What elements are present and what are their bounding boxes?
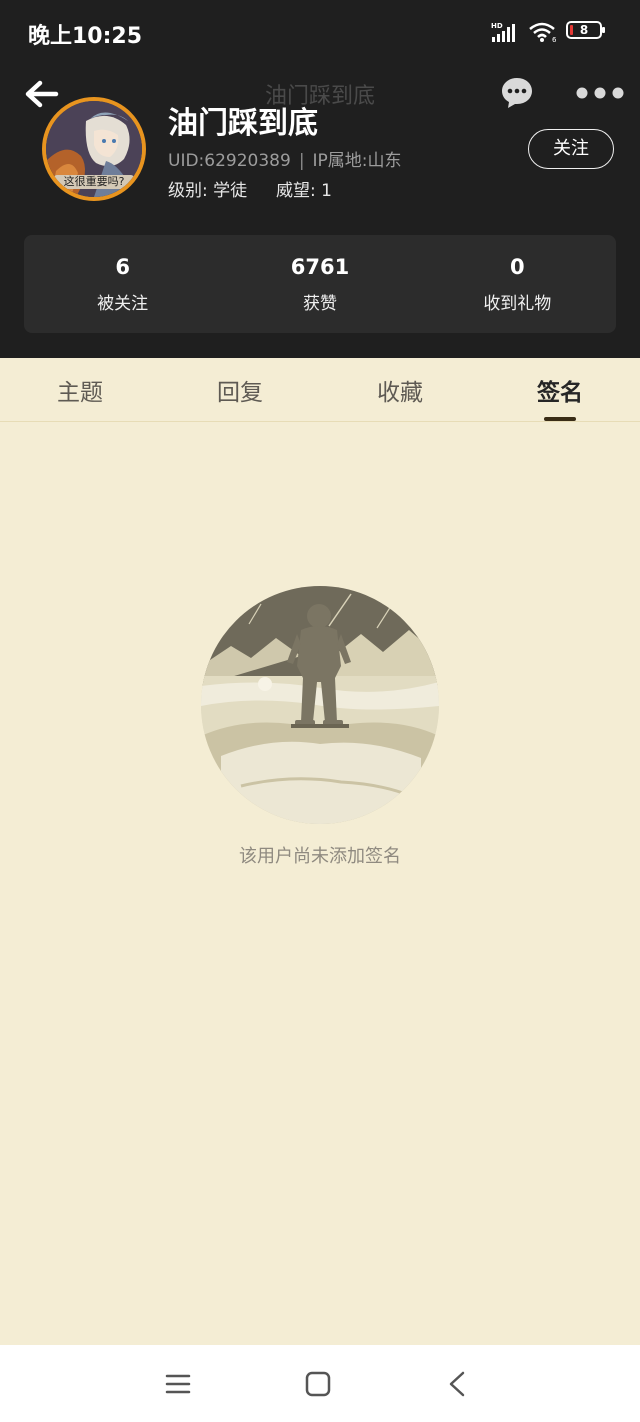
stat-value: 0 <box>510 255 525 279</box>
avatar-caption: 这很重要吗? <box>54 175 134 189</box>
active-tab-indicator <box>544 417 576 421</box>
system-nav-bar <box>0 1345 640 1422</box>
level-label: 级别: <box>168 181 208 201</box>
prestige-value: 1 <box>321 181 332 201</box>
status-bar: 晚上10:25 HD 6 8 <box>0 0 640 64</box>
home-icon[interactable] <box>303 1369 333 1399</box>
more-icon[interactable] <box>574 82 626 104</box>
stat-followers[interactable]: 6 被关注 <box>24 235 221 333</box>
stat-likes[interactable]: 6761 获赞 <box>221 235 418 333</box>
menu-icon[interactable] <box>163 1369 193 1399</box>
follow-button[interactable]: 关注 <box>528 129 614 169</box>
status-icons: HD 6 8 <box>490 20 606 44</box>
empty-signature-text: 该用户尚未添加签名 <box>239 846 401 867</box>
svg-text:HD: HD <box>491 22 503 30</box>
stat-label: 收到礼物 <box>483 294 552 314</box>
tab-signature-label: 签名 <box>537 380 583 406</box>
uid-text: UID:62920389 <box>168 151 291 171</box>
stat-label: 被关注 <box>97 294 149 314</box>
status-time: 晚上10:25 <box>28 24 143 49</box>
stat-value: 6 <box>115 255 130 279</box>
tab-signature[interactable]: 签名 <box>480 358 640 421</box>
ip-location: IP属地:山东 <box>312 151 402 171</box>
tab-topics[interactable]: 主题 <box>0 358 160 421</box>
level-line: 级别: 学徒 威望: 1 <box>168 176 332 201</box>
battery-icon: 8 <box>566 20 606 44</box>
stat-value: 6761 <box>290 255 350 279</box>
tab-replies[interactable]: 回复 <box>160 358 320 421</box>
svg-text:6: 6 <box>552 36 557 43</box>
back-icon[interactable] <box>443 1369 473 1399</box>
avatar[interactable]: 这很重要吗? <box>42 97 146 201</box>
tab-favorites[interactable]: 收藏 <box>320 358 480 421</box>
prestige-label: 威望: <box>275 181 316 201</box>
hd-signal-icon: HD <box>491 22 515 42</box>
uid-separator: | <box>298 151 305 171</box>
stat-gifts[interactable]: 0 收到礼物 <box>419 235 616 333</box>
profile-header: 晚上10:25 HD 6 8 油门踩到底 这很重要吗? 油门踩到底 UID:62… <box>0 0 640 358</box>
level-value: 学徒 <box>213 181 248 201</box>
uid-line: UID:62920389 | IP属地:山东 <box>168 146 402 171</box>
astronaut-landscape-illustration <box>201 586 439 824</box>
wifi-icon: 6 <box>529 22 557 43</box>
stat-label: 获赞 <box>302 294 337 314</box>
message-icon[interactable] <box>500 76 534 110</box>
battery-level: 8 <box>579 23 589 37</box>
username: 油门踩到底 <box>168 106 318 141</box>
profile-tabs: 主题 回复 收藏 签名 <box>0 358 640 422</box>
stats-card: 6 被关注 6761 获赞 0 收到礼物 <box>24 235 616 333</box>
